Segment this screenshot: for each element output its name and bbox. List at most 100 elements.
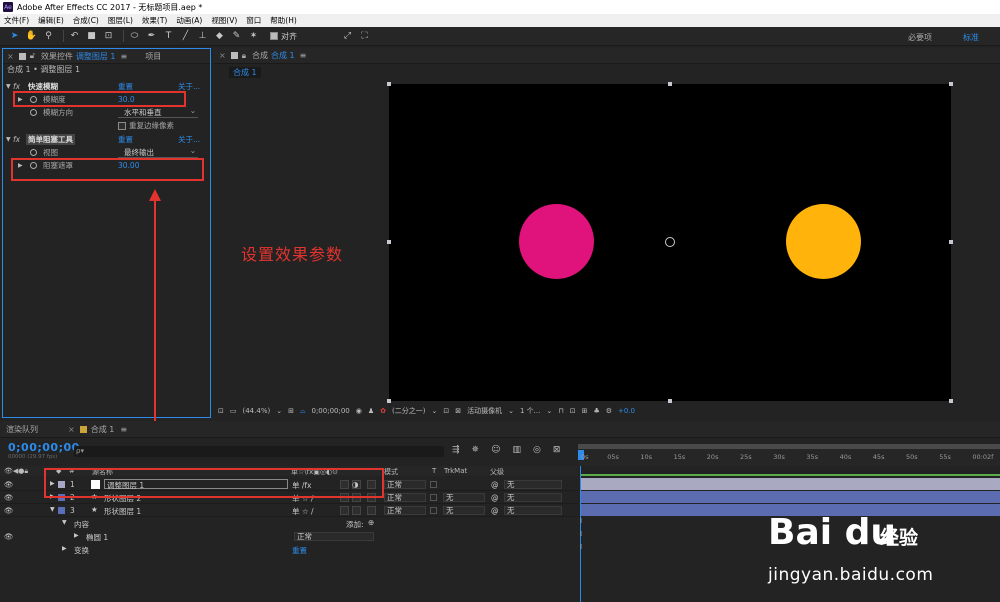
zoom-dropdown[interactable]: (44.4%) — [243, 407, 271, 415]
lock-icon[interactable]: 🔓︎ — [30, 51, 35, 61]
repeat-edge-pixels-checkbox[interactable] — [118, 121, 126, 130]
collapse-triangle-icon[interactable]: ▼ — [6, 136, 11, 143]
layer-name[interactable]: 形状图层 1 — [104, 506, 141, 517]
visibility-eye-icon[interactable]: 👁︎ — [4, 480, 14, 489]
menu-edit[interactable]: 编辑(E) — [38, 15, 64, 26]
menu-effect[interactable]: 效果(T) — [142, 15, 167, 26]
anchor-point-icon[interactable] — [665, 237, 675, 247]
preserve-transparency-box[interactable] — [430, 494, 437, 501]
composition-canvas[interactable] — [387, 82, 953, 403]
timeline-comp-tab[interactable]: 合成 1 — [91, 424, 115, 435]
workspace-essentials[interactable]: 必要项 — [908, 32, 932, 43]
puppet-pin-tool-icon[interactable]: ✶ — [247, 30, 260, 43]
effect-controls-layer-link[interactable]: 调整图层 1 — [76, 51, 116, 62]
bounding-handle[interactable] — [387, 82, 391, 86]
av-features-icon[interactable]: 👁︎◀︎●🔒︎ — [4, 467, 28, 476]
bounding-handle[interactable] — [949, 82, 953, 86]
transform-row[interactable]: ▶ 变换 重置 — [0, 543, 578, 556]
parent-dropdown[interactable]: 无 — [504, 480, 562, 489]
motion-blur-icon[interactable]: ◎ — [533, 445, 541, 455]
view-dropdown[interactable]: 最终输出 — [118, 146, 198, 158]
preserve-transparency-box[interactable] — [430, 507, 437, 514]
menu-window[interactable]: 窗口 — [246, 15, 261, 26]
menu-view[interactable]: 视图(V) — [211, 15, 237, 26]
effect-controls-tab-title[interactable]: 效果控件 — [41, 51, 73, 62]
timeline-search-input[interactable]: ρ▾ — [74, 446, 444, 457]
current-time-display[interactable]: 0;00;00;00 — [8, 441, 80, 454]
stopwatch-icon[interactable] — [30, 149, 37, 156]
switch-box[interactable] — [340, 506, 349, 515]
menu-animation[interactable]: 动画(A) — [176, 15, 202, 26]
close-panel-icon[interactable]: × — [219, 51, 226, 60]
fast-previews-icon[interactable]: ⊡ — [570, 407, 576, 415]
collapse-triangle-icon[interactable]: ▼ — [6, 83, 11, 90]
composition-subtab[interactable]: 合成 1 — [229, 67, 261, 78]
orange-circle[interactable] — [786, 204, 861, 279]
composition-tab-title[interactable]: 合成 — [252, 50, 268, 61]
chevron-down-icon[interactable]: ⌄ — [546, 407, 552, 415]
always-preview-icon[interactable]: ⊡ — [218, 407, 224, 415]
bounding-handle[interactable] — [668, 82, 672, 86]
frame-blending-icon[interactable]: ▥ — [512, 445, 521, 455]
menu-file[interactable]: 文件(F) — [4, 15, 29, 26]
parent-pickwhip-icon[interactable]: @ — [491, 506, 499, 515]
flowchart-icon[interactable]: ♣ — [593, 407, 599, 415]
snapping-checkbox[interactable] — [270, 32, 278, 40]
selection-tool-icon[interactable]: ➤ — [8, 30, 21, 43]
effect-header-simple-choker[interactable]: ▼ fx 简单阻塞工具 重置 关于... — [3, 133, 210, 146]
snapshot-icon[interactable]: ◉ — [356, 407, 362, 415]
brush-tool-icon[interactable]: ╱ — [179, 30, 192, 43]
close-panel-icon[interactable]: × — [68, 425, 75, 434]
expand-triangle-icon[interactable]: ▶ — [74, 532, 79, 539]
project-tab[interactable]: 项目 — [145, 51, 161, 62]
close-panel-icon[interactable]: × — [7, 52, 14, 61]
parent-pickwhip-icon[interactable]: @ — [491, 480, 499, 489]
exposure-reset-icon[interactable]: ⚙ — [606, 407, 612, 415]
add-icon[interactable]: ⊕ — [368, 518, 374, 527]
blur-direction-dropdown[interactable]: 水平和垂直 — [118, 106, 198, 118]
hand-tool-icon[interactable]: ✋ — [25, 30, 38, 43]
panel-menu-icon[interactable]: ≡ — [300, 51, 307, 60]
ellipse-mode-dropdown[interactable]: 正常 — [294, 532, 374, 541]
draft-3d-icon[interactable]: ✵ — [472, 445, 480, 455]
pink-circle[interactable] — [519, 204, 594, 279]
bounding-handle[interactable] — [949, 399, 953, 403]
eraser-tool-icon[interactable]: ◆ — [213, 30, 226, 43]
resolution-dropdown[interactable]: (二分之一) — [392, 406, 425, 416]
mask-visibility-icon[interactable]: ⌓ — [300, 407, 306, 416]
type-tool-icon[interactable]: T — [162, 30, 175, 43]
roto-brush-tool-icon[interactable]: ✎ — [230, 30, 243, 43]
viewer-timecode[interactable]: 0;00;00;00 — [312, 407, 350, 415]
timeline-icon[interactable]: ⊞ — [582, 407, 588, 415]
collapse-triangle-icon[interactable]: ▼ — [50, 506, 55, 513]
channel-icon[interactable]: ✿ — [380, 407, 386, 415]
switch-box[interactable] — [352, 506, 361, 515]
about-button[interactable]: 关于... — [178, 134, 200, 145]
track-matte-dropdown[interactable]: 无 — [443, 506, 485, 515]
panel-menu-icon[interactable]: ≡ — [120, 425, 127, 434]
bounding-handle[interactable] — [387, 240, 391, 244]
bounding-handle[interactable] — [949, 240, 953, 244]
add-content-button[interactable]: 添加: — [346, 519, 364, 530]
visibility-eye-icon[interactable]: 👁︎ — [4, 506, 14, 515]
camera-dropdown[interactable]: 活动摄像机 — [467, 406, 502, 416]
fx-icon[interactable]: fx — [13, 135, 20, 144]
transparency-grid-icon[interactable]: ⊠ — [455, 407, 461, 415]
parent-pickwhip-icon[interactable]: @ — [491, 493, 499, 502]
show-snapshot-icon[interactable]: ♟ — [368, 407, 374, 415]
pan-behind-tool-icon[interactable]: ⊡ — [102, 30, 115, 43]
lock-icon[interactable]: 🔒︎ — [242, 51, 246, 61]
fx-icon[interactable]: fx — [13, 82, 20, 91]
layer-switches[interactable]: 单 ☆ / — [292, 506, 314, 517]
region-of-interest-icon[interactable]: ⊡ — [443, 407, 449, 415]
ellipse-tool-icon[interactable]: ⬭ — [128, 30, 141, 43]
time-ruler[interactable]: 0s 05s 10s 15s 20s 25s 30s 35s 40s 45s 50s 55s 00:02… — [578, 444, 1000, 466]
blend-mode-dropdown[interactable]: 正常 — [384, 493, 426, 502]
graph-editor-icon[interactable]: ⊠ — [553, 445, 561, 455]
pen-tool-icon[interactable]: ✒ — [145, 30, 158, 43]
workspace-standard[interactable]: 标准 — [963, 32, 979, 43]
expand-triangle-icon[interactable]: ▼ — [62, 519, 67, 526]
blend-mode-dropdown[interactable]: 正常 — [384, 480, 426, 489]
bounding-handle[interactable] — [387, 399, 391, 403]
snap-edges-icon[interactable]: ⤢ — [341, 30, 354, 43]
